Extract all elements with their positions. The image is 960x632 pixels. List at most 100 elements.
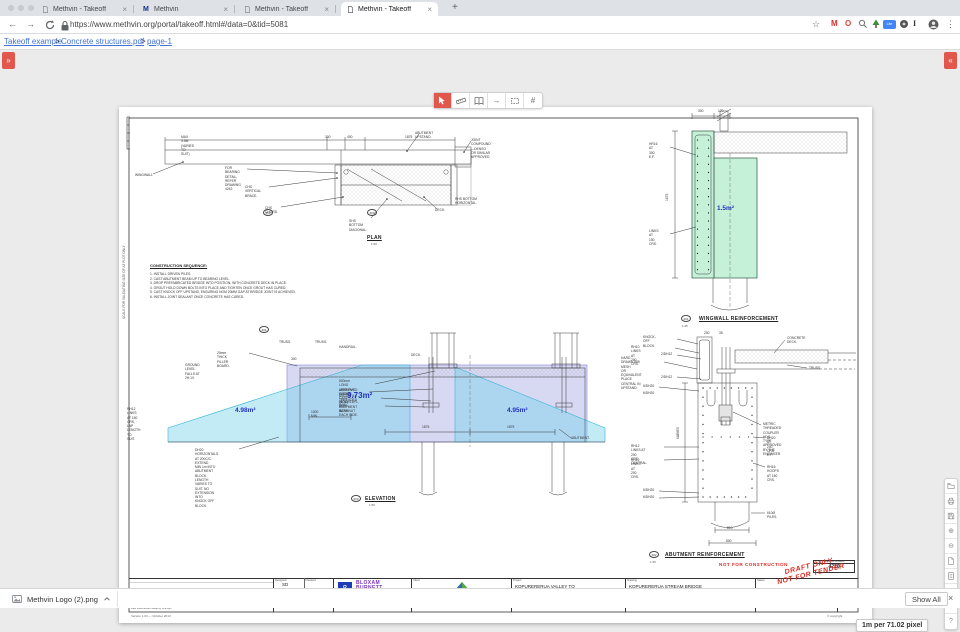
opera-extension-icon[interactable]: O (845, 19, 851, 28)
zoom-in-button[interactable]: ⊕ (945, 524, 957, 539)
drawing-label: RH12 LINKS AT 200 CRS. (631, 458, 641, 479)
maximize-window-button[interactable] (28, 5, 34, 11)
browser-tab-3[interactable]: Methvin - Takeoff × (238, 2, 335, 16)
download-bar: Methvin Logo (2).png Show All × (0, 588, 960, 608)
select-tool-button[interactable] (434, 93, 452, 108)
drawing-label: 300 (291, 357, 297, 361)
plan-linework (153, 134, 471, 218)
show-all-button[interactable]: Show All (905, 592, 948, 606)
drawing-label: WINGWALL REINFORCEMENT (699, 316, 778, 323)
folder-icon (947, 482, 955, 490)
construction-sequence-steps: 1. INSTALL DRIVEN PILES.2. CAST ABUTMENT… (150, 272, 296, 300)
breadcrumb-page[interactable]: page-1 (147, 37, 172, 46)
drawing-label: RH12 LINKS AT 150 CRS, LAP LENGTH TO SUI… (127, 407, 140, 441)
tab-close-icon[interactable]: × (427, 5, 432, 14)
drawing-label: 1:25 (682, 325, 688, 329)
close-window-button[interactable] (8, 5, 14, 11)
bookmark-star-icon[interactable]: ☆ (812, 19, 820, 30)
tab-close-icon[interactable]: × (223, 5, 228, 14)
drawing-label: LINKS AT 150 CRS. (649, 229, 659, 246)
version-note: Version 1.04 — October 2013 (131, 614, 171, 618)
dark-extension-icon[interactable] (899, 19, 909, 29)
back-button[interactable]: ← (8, 19, 20, 31)
browser-tab-bar: Methvin - Takeoff × M Methvin × Methvin … (0, 0, 960, 16)
url-field[interactable]: https://www.methvin.org/portal/takeoff.h… (70, 20, 288, 29)
browser-menu-icon[interactable]: ⋮ (946, 19, 955, 30)
window-controls[interactable] (8, 5, 34, 11)
a3-check-ruler (127, 117, 130, 149)
designed-value: SD (282, 582, 288, 588)
info-extension-icon[interactable]: I (913, 19, 916, 28)
help-button[interactable]: ? (945, 614, 957, 629)
drawing-label: 170 (718, 109, 724, 113)
lite-extension-icon[interactable]: Lite (883, 20, 896, 29)
export-page-button[interactable] (945, 554, 957, 569)
drawing-sheet[interactable]: MAX 3.5M (VARIES TO SUIT)3004001875WINGW… (119, 107, 872, 623)
measure-area-tool-button[interactable] (470, 93, 488, 108)
page-icon (244, 6, 251, 13)
page-export-icon (947, 557, 955, 565)
forward-button[interactable]: → (26, 19, 38, 31)
download-filename: Methvin Logo (2).png (27, 595, 98, 604)
drawing-label: 6/DH20 (643, 391, 654, 395)
breadcrumb-separator: > (55, 37, 60, 46)
drawing-label: 20mm THICK FILLER BOARD. (217, 351, 230, 368)
breadcrumb: Takeoff example > Concrete structures.pd… (0, 34, 960, 50)
drawing-label: 810 (727, 526, 733, 530)
prev-page-button[interactable]: » (2, 52, 15, 69)
rectangle-tool-button[interactable] (506, 93, 524, 108)
search-extension-icon[interactable] (858, 19, 868, 29)
construction-sequence-heading: CONSTRUCTION SEQUENCE: (150, 263, 296, 268)
minimize-window-button[interactable] (18, 5, 24, 11)
measure-length-tool-button[interactable] (452, 93, 470, 108)
abutment-linework (659, 337, 856, 546)
dashed-rectangle-icon (510, 96, 520, 106)
zoom-out-button[interactable]: ⊖ (945, 539, 957, 554)
scale-indicator: 1m per 71.02 pixel (856, 619, 928, 632)
tab-close-icon[interactable]: × (324, 5, 329, 14)
drawing-label: TRUSS. (809, 366, 821, 370)
drawing-label: 203 (263, 209, 273, 216)
drawing-label: 1:50 (371, 243, 377, 247)
download-bar-close-icon[interactable]: × (948, 593, 953, 603)
profile-avatar[interactable] (928, 19, 939, 30)
save-button[interactable] (945, 509, 957, 524)
drawing-label: ABUTMENT REINFORCEMENT (665, 552, 745, 559)
tab-title: Methvin - Takeoff (358, 6, 423, 13)
drawing-label: 6/DH20 (643, 384, 654, 388)
browser-tab-4-active[interactable]: Methvin - Takeoff × (341, 2, 438, 16)
drawing-label: 1:50 (369, 504, 375, 508)
print-icon (947, 497, 955, 505)
drawing-label: 200 (704, 331, 710, 335)
drawing-label: 300 (325, 135, 331, 139)
takeoff-canvas[interactable]: MAX 3.5M (VARIES TO SUIT)3004001875WINGW… (0, 50, 960, 588)
count-tool-button[interactable]: # (524, 93, 542, 108)
drawing-label: 6/DH20 (643, 495, 654, 499)
download-item[interactable]: Methvin Logo (2).png (6, 591, 118, 607)
drawing-label: 4.95m² (507, 407, 528, 415)
gmail-extension-icon[interactable]: M (831, 19, 838, 28)
print-button[interactable] (945, 494, 957, 509)
breadcrumb-takeoff-example[interactable]: Takeoff example (4, 37, 62, 46)
browser-tab-1[interactable]: Methvin - Takeoff × (36, 2, 133, 16)
browser-tab-2[interactable]: M Methvin × (137, 2, 234, 16)
tree-extension-icon[interactable] (871, 19, 881, 29)
next-page-button[interactable]: « (944, 52, 957, 69)
report-page-button[interactable] (945, 569, 957, 584)
breadcrumb-document[interactable]: Concrete structures.pdf (61, 37, 144, 46)
drawing-label: HANDRAIL. (339, 345, 357, 349)
drawing-label: 300 (698, 109, 704, 113)
drawing-label: VARIES (676, 427, 680, 439)
chevron-up-icon[interactable] (103, 595, 111, 603)
tab-close-icon[interactable]: × (122, 5, 127, 14)
new-tab-button[interactable]: + (452, 2, 458, 13)
open-folder-button[interactable] (945, 479, 957, 494)
drawing-label: 2/DH12 (661, 375, 672, 379)
drawing-label: 800 (726, 539, 732, 543)
drawing-label: FOR BEARING DETAIL, REFER DRAWING 4242. (225, 166, 241, 192)
drawing-label: 150sq×16PL, DRILL WITH NUT EACH SIDE. (339, 400, 359, 417)
drawing-label: 201 (259, 326, 269, 333)
page-icon (42, 6, 49, 13)
arrow-tool-button[interactable]: → (488, 93, 506, 108)
reload-button[interactable] (44, 19, 56, 31)
